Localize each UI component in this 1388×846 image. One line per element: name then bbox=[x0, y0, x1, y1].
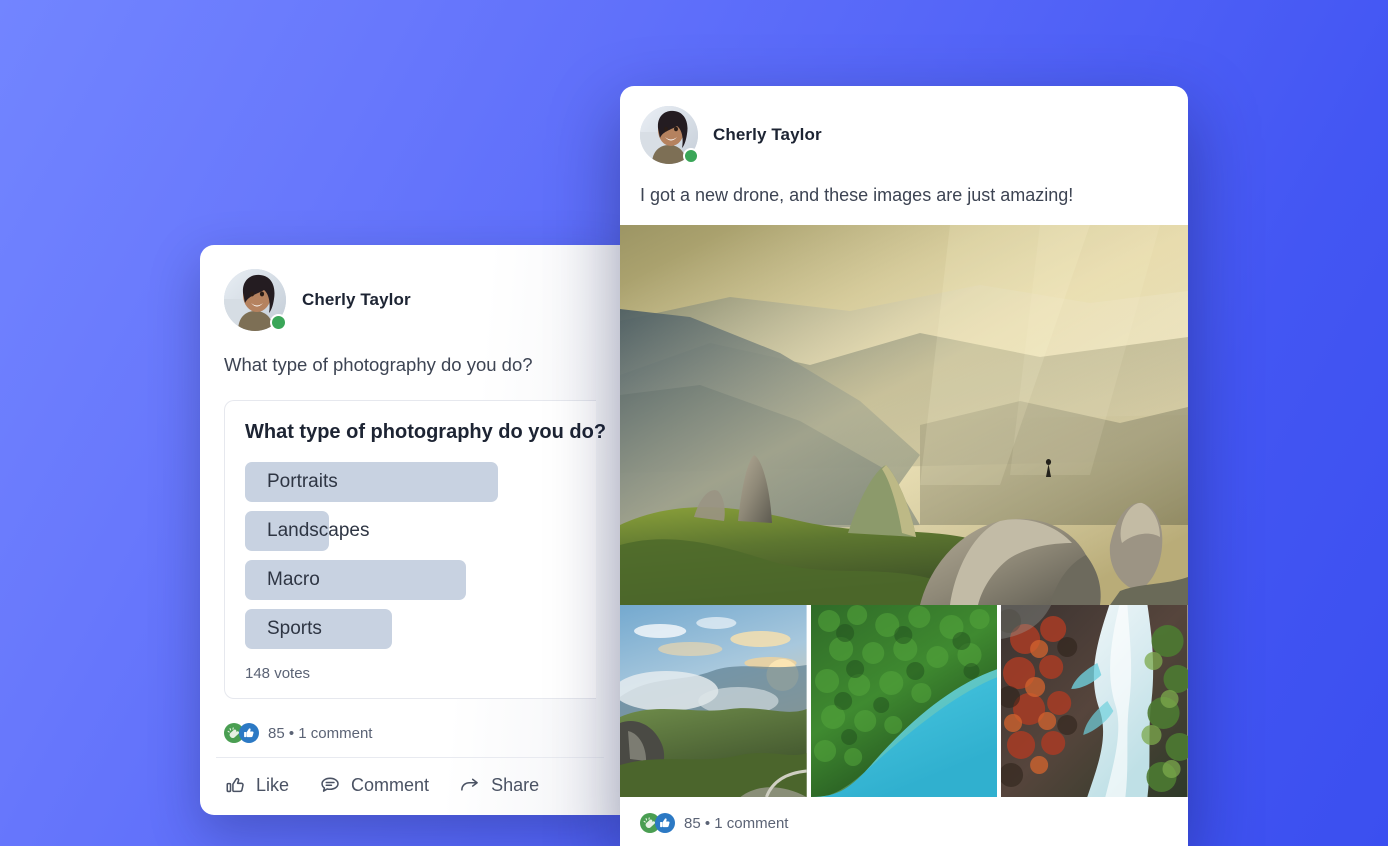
like-reaction-icon bbox=[239, 723, 259, 743]
post-thumbnail-1[interactable] bbox=[620, 605, 807, 798]
poll-post-text: What type of photography do you do? bbox=[224, 354, 533, 375]
post-text: I got a new drone, and these images are … bbox=[640, 185, 1074, 205]
like-reaction-icon bbox=[655, 813, 675, 834]
post-hero-image[interactable] bbox=[620, 225, 1188, 606]
poll-votes-count: 148 votes bbox=[245, 664, 311, 682]
online-status-dot bbox=[270, 314, 287, 331]
poll-options-list: Portraits Landscapes Macro Sports bbox=[245, 461, 596, 649]
poll-option[interactable]: Portraits bbox=[245, 461, 498, 502]
poll-card-body: Cherly Taylor What type of photography d… bbox=[200, 245, 620, 699]
photo-post-card: Cherly Taylor I got a new drone, and the… bbox=[620, 86, 1188, 846]
poll-author-name: Cherly Taylor bbox=[302, 290, 411, 309]
thumbs-up-icon bbox=[224, 774, 247, 797]
poll-action-bar: Like Comment Share bbox=[200, 758, 620, 815]
post-reaction-summary-row[interactable]: 85 • 1 comment bbox=[620, 797, 1188, 845]
poll-option[interactable]: Sports bbox=[245, 608, 393, 649]
share-arrow-icon bbox=[459, 774, 482, 797]
comment-button[interactable]: Comment bbox=[319, 774, 429, 797]
poll-option-label: Landscapes bbox=[267, 519, 370, 541]
avatar[interactable] bbox=[640, 106, 699, 164]
like-button-label: Like bbox=[256, 775, 290, 795]
poll-author-row: Cherly Taylor bbox=[224, 269, 596, 331]
post-card-body: Cherly Taylor I got a new drone, and the… bbox=[620, 86, 1188, 207]
reaction-icon-group bbox=[224, 723, 259, 743]
comment-button-label: Comment bbox=[351, 775, 430, 795]
reaction-icon-group bbox=[640, 813, 675, 834]
post-reaction-summary-text: 85 • 1 comment bbox=[684, 814, 789, 832]
poll-reaction-summary-row[interactable]: 85 • 1 comment bbox=[200, 709, 620, 757]
poll-question: What type of photography do you do? bbox=[245, 420, 607, 443]
poll-widget: What type of photography do you do? Port… bbox=[224, 399, 607, 699]
post-thumbnail-2[interactable] bbox=[810, 605, 998, 798]
poll-option-label: Portraits bbox=[267, 470, 338, 492]
like-button[interactable]: Like bbox=[224, 774, 289, 797]
online-status-dot bbox=[683, 148, 699, 164]
poll-reaction-summary-text: 85 • 1 comment bbox=[268, 724, 373, 742]
poll-option-label: Macro bbox=[267, 568, 320, 590]
poll-option-label: Sports bbox=[267, 617, 322, 639]
post-author-row: Cherly Taylor bbox=[640, 106, 1168, 164]
post-thumbnail-3[interactable] bbox=[1001, 605, 1188, 798]
avatar[interactable] bbox=[224, 269, 287, 331]
poll-option[interactable]: Landscapes bbox=[245, 510, 369, 551]
share-button-label: Share bbox=[491, 775, 540, 795]
share-button[interactable]: Share bbox=[459, 774, 539, 797]
post-thumbnail-row bbox=[620, 605, 1188, 798]
post-author-name: Cherly Taylor bbox=[713, 125, 822, 144]
poll-post-card: Cherly Taylor What type of photography d… bbox=[200, 245, 620, 815]
speech-bubble-icon bbox=[319, 774, 342, 797]
poll-option[interactable]: Macro bbox=[245, 559, 467, 600]
